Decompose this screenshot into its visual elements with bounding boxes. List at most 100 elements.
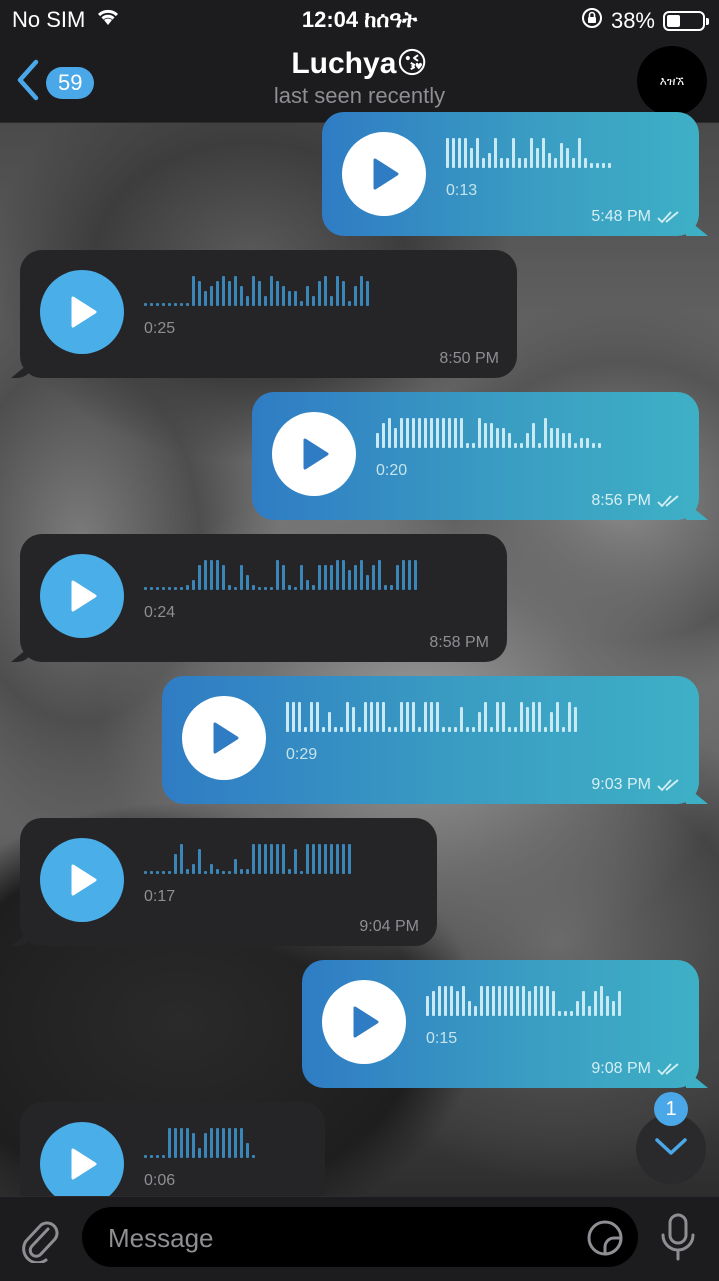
waveform-bar xyxy=(570,1011,573,1016)
waveform-bar xyxy=(258,844,261,874)
waveform[interactable] xyxy=(286,698,577,732)
message-input[interactable] xyxy=(106,1207,570,1269)
play-button[interactable] xyxy=(272,412,356,496)
waveform-bar xyxy=(234,1128,237,1158)
voice-duration: 0:13 xyxy=(446,182,478,199)
waveform-bar xyxy=(412,702,415,732)
waveform-bar xyxy=(252,585,255,590)
waveform-bar xyxy=(286,702,289,732)
waveform[interactable] xyxy=(446,134,611,168)
waveform-bar xyxy=(174,1128,177,1158)
waveform-bar xyxy=(388,727,391,732)
waveform[interactable] xyxy=(376,414,601,448)
waveform-bar xyxy=(558,1011,561,1016)
waveform-bar xyxy=(472,727,475,732)
waveform-bar xyxy=(324,844,327,874)
waveform-bar xyxy=(376,702,379,732)
waveform-bar xyxy=(606,996,609,1016)
waveform-bar xyxy=(580,438,583,448)
waveform-bar xyxy=(210,286,213,306)
waveform-bar xyxy=(360,560,363,590)
waveform-bar xyxy=(156,587,159,590)
waveform-bar xyxy=(312,585,315,590)
microphone-icon[interactable] xyxy=(658,1211,698,1268)
waveform-bar xyxy=(556,428,559,448)
waveform-bar xyxy=(602,163,605,168)
waveform[interactable] xyxy=(426,982,621,1016)
waveform-bar xyxy=(448,727,451,732)
waveform-bar xyxy=(394,727,397,732)
message-time: 5:48 PM xyxy=(591,208,651,225)
waveform-bar xyxy=(584,158,587,168)
message-time: 8:58 PM xyxy=(429,634,489,651)
play-button[interactable] xyxy=(322,980,406,1064)
waveform-bar xyxy=(216,560,219,590)
waveform[interactable] xyxy=(144,1124,255,1158)
waveform-bar xyxy=(556,702,559,732)
waveform[interactable] xyxy=(144,840,351,874)
play-button[interactable] xyxy=(40,270,124,354)
play-button[interactable] xyxy=(40,838,124,922)
waveform-bar xyxy=(402,560,405,590)
double-check-icon xyxy=(657,779,679,792)
waveform-bar xyxy=(456,991,459,1016)
waveform-bar xyxy=(546,986,549,1016)
unread-count-badge: 1 xyxy=(654,1092,688,1126)
waveform-bar xyxy=(342,560,345,590)
message-time: 8:56 PM xyxy=(591,492,651,509)
waveform-bar xyxy=(442,727,445,732)
sticker-icon[interactable] xyxy=(586,1219,624,1262)
waveform-bar xyxy=(366,575,369,590)
waveform-bar xyxy=(408,560,411,590)
waveform-bar xyxy=(430,418,433,448)
waveform-bar xyxy=(474,1006,477,1016)
waveform-bar xyxy=(312,296,315,306)
double-check-icon xyxy=(657,211,679,224)
waveform-bar xyxy=(298,702,301,732)
waveform-bar xyxy=(330,565,333,590)
message-field-container xyxy=(82,1207,638,1269)
waveform-bar xyxy=(466,443,469,448)
waveform-bar xyxy=(516,986,519,1016)
waveform-bar xyxy=(144,1155,147,1158)
waveform[interactable] xyxy=(144,556,417,590)
paperclip-icon[interactable] xyxy=(18,1215,62,1268)
waveform-bar xyxy=(240,565,243,590)
waveform-bar xyxy=(500,158,503,168)
voice-message-out: 0:13 5:48 PM xyxy=(322,112,699,236)
waveform-bar xyxy=(488,153,491,168)
orientation-lock-icon xyxy=(581,7,603,35)
avatar-text: እዝኧ xyxy=(659,73,685,88)
message-input-bar xyxy=(0,1196,719,1281)
waveform-bar xyxy=(390,585,393,590)
waveform-bar xyxy=(432,991,435,1016)
waveform-bar xyxy=(204,560,207,590)
waveform-bar xyxy=(514,727,517,732)
play-button[interactable] xyxy=(342,132,426,216)
waveform-bar xyxy=(444,986,447,1016)
play-button[interactable] xyxy=(40,1122,124,1206)
waveform-bar xyxy=(452,138,455,168)
waveform[interactable] xyxy=(144,272,369,306)
waveform-bar xyxy=(294,849,297,874)
chat-title-area[interactable]: Luchya😘 last seen recently xyxy=(0,46,719,109)
waveform-bar xyxy=(336,844,339,874)
waveform-bar xyxy=(180,844,183,874)
play-button[interactable] xyxy=(182,696,266,780)
waveform-bar xyxy=(192,864,195,874)
waveform-bar xyxy=(222,871,225,874)
waveform-bar xyxy=(348,301,351,306)
waveform-bar xyxy=(618,991,621,1016)
waveform-bar xyxy=(216,1128,219,1158)
double-check-icon xyxy=(657,495,679,508)
waveform-bar xyxy=(486,986,489,1016)
waveform-bar xyxy=(276,560,279,590)
play-button[interactable] xyxy=(40,554,124,638)
waveform-bar xyxy=(198,281,201,306)
waveform-bar xyxy=(496,428,499,448)
waveform-bar xyxy=(312,844,315,874)
avatar[interactable]: እዝኧ xyxy=(637,46,707,116)
waveform-bar xyxy=(548,153,551,168)
play-icon xyxy=(303,438,329,470)
waveform-bar xyxy=(478,418,481,448)
